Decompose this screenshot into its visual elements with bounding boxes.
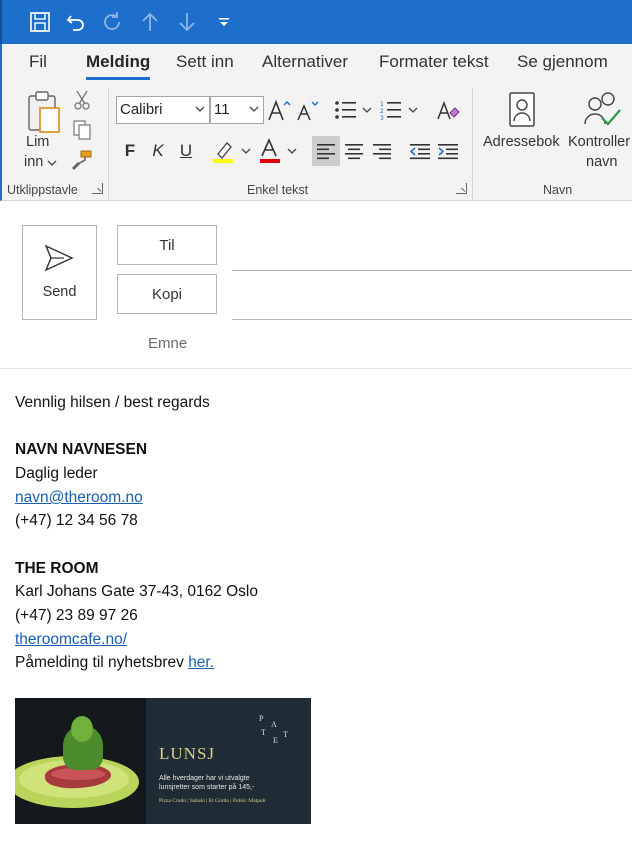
arrow-down-icon[interactable]: [173, 8, 201, 36]
send-icon: [44, 244, 74, 272]
to-input[interactable]: [232, 270, 632, 271]
banner-venues: Pizza Crudo | Sabaki | El Gordo | Public…: [159, 798, 266, 804]
tab-alternativer[interactable]: Alternativer: [262, 52, 348, 72]
company-name: THE ROOM: [15, 560, 99, 577]
banner-logo-letter: E: [273, 736, 278, 745]
svg-text:3: 3: [380, 115, 384, 121]
redo-icon[interactable]: [98, 8, 126, 36]
bold-button[interactable]: F: [118, 138, 142, 164]
chevron-down-icon: [195, 106, 205, 112]
tab-sett-inn[interactable]: Sett inn: [176, 52, 234, 72]
paste-label-1[interactable]: Lim: [26, 132, 49, 152]
highlight-color-icon[interactable]: [210, 136, 252, 166]
ribbon: Lim inn Utklippstavle Calibri 11 123 F K…: [0, 80, 632, 201]
underline-button[interactable]: U: [174, 138, 198, 164]
format-painter-icon[interactable]: [70, 148, 94, 172]
copy-icon[interactable]: [70, 118, 94, 142]
signature-phone: (+47) 12 34 56 78: [15, 512, 138, 529]
subject-label: Emne: [148, 335, 188, 352]
separator: [108, 88, 109, 200]
newsletter-line: Påmelding til nyhetsbrev her.: [15, 654, 214, 672]
check-names-label-2[interactable]: navn: [586, 152, 617, 172]
check-names-label-1[interactable]: Kontroller: [568, 132, 630, 152]
clear-formatting-icon[interactable]: [434, 96, 462, 124]
save-icon[interactable]: [26, 8, 54, 36]
company-address: Karl Johans Gate 37-43, 0162 Oslo: [15, 583, 258, 600]
check-names-icon[interactable]: [580, 88, 624, 132]
banner-logo-letter: P: [259, 714, 264, 723]
newsletter-link[interactable]: her.: [188, 654, 214, 671]
cut-icon[interactable]: [70, 88, 94, 112]
font-size-value: 11: [214, 101, 230, 118]
address-book-button[interactable]: Adressebok: [483, 132, 560, 152]
signature-name: NAVN NAVNESEN: [15, 441, 148, 458]
website-link[interactable]: theroomcafe.no/: [15, 631, 127, 649]
address-book-icon[interactable]: [504, 88, 540, 132]
clipboard-launcher-icon[interactable]: [92, 183, 103, 194]
svg-text:2: 2: [380, 108, 384, 115]
greeting: Vennlig hilsen / best regards: [15, 394, 210, 411]
banner-logo-letter: T: [283, 730, 288, 739]
ribbon-tabs: Fil Melding Sett inn Alternativer Format…: [0, 44, 632, 80]
header-divider: [0, 368, 632, 369]
customize-toolbar-icon[interactable]: [210, 8, 238, 36]
paste-chevron-down-icon[interactable]: [46, 158, 58, 168]
banner-line-1: Alle hverdager har vi utvalgte: [159, 775, 250, 782]
send-label: Send: [42, 284, 77, 300]
lunch-banner: P A T E T LUNSJ Alle hverdager har vi ut…: [15, 698, 311, 824]
align-left-icon[interactable]: [312, 136, 340, 166]
signature-title: Daglig leder: [15, 465, 98, 482]
font-name-value: Calibri: [120, 101, 163, 118]
italic-button[interactable]: K: [146, 138, 170, 164]
cc-input[interactable]: [232, 319, 632, 320]
cc-button[interactable]: Kopi: [117, 274, 217, 314]
to-button[interactable]: Til: [117, 225, 217, 265]
tab-se-gjennom[interactable]: Se gjennom: [517, 52, 608, 72]
font-color-icon[interactable]: [258, 136, 300, 166]
bullets-icon[interactable]: [332, 96, 374, 124]
title-bar: [0, 0, 632, 44]
banner-heading: LUNSJ: [159, 744, 216, 763]
banner-logo-letter: A: [271, 720, 277, 729]
basic-text-launcher-icon[interactable]: [456, 183, 467, 194]
grow-font-icon[interactable]: [267, 96, 293, 124]
align-center-icon[interactable]: [340, 136, 368, 166]
tab-fil[interactable]: Fil: [29, 52, 47, 72]
garnish-top: [71, 716, 93, 742]
numbering-icon[interactable]: 123: [378, 96, 420, 124]
paste-label-2[interactable]: inn: [24, 152, 43, 172]
align-right-icon[interactable]: [368, 136, 396, 166]
chevron-down-icon: [249, 106, 259, 112]
shrink-font-icon[interactable]: [295, 96, 321, 124]
email-link[interactable]: navn@theroom.no: [15, 489, 143, 507]
banner-logo-letter: T: [261, 728, 266, 737]
banner-line-2: lunsjretter som starter på 145,-: [159, 784, 255, 791]
decrease-indent-icon[interactable]: [406, 136, 434, 166]
font-name-select[interactable]: Calibri: [116, 96, 210, 124]
tab-formater-tekst[interactable]: Formater tekst: [379, 52, 489, 72]
names-group-label: Navn: [543, 183, 573, 197]
svg-text:1: 1: [380, 101, 384, 108]
basic-text-group-label: Enkel tekst: [247, 183, 309, 197]
send-button[interactable]: Send: [22, 225, 97, 320]
font-size-select[interactable]: 11: [210, 96, 264, 124]
undo-icon[interactable]: [62, 8, 90, 36]
tab-melding[interactable]: Melding: [86, 52, 151, 80]
food-photo: [15, 698, 146, 824]
separator: [472, 88, 473, 200]
clipboard-group-label: Utklippstavle: [7, 183, 78, 197]
arrow-up-icon[interactable]: [136, 8, 164, 36]
paste-icon[interactable]: [24, 88, 64, 136]
increase-indent-icon[interactable]: [434, 136, 462, 166]
company-phone: (+47) 23 89 97 26: [15, 607, 138, 624]
newsletter-text: Påmelding til nyhetsbrev: [15, 654, 184, 671]
